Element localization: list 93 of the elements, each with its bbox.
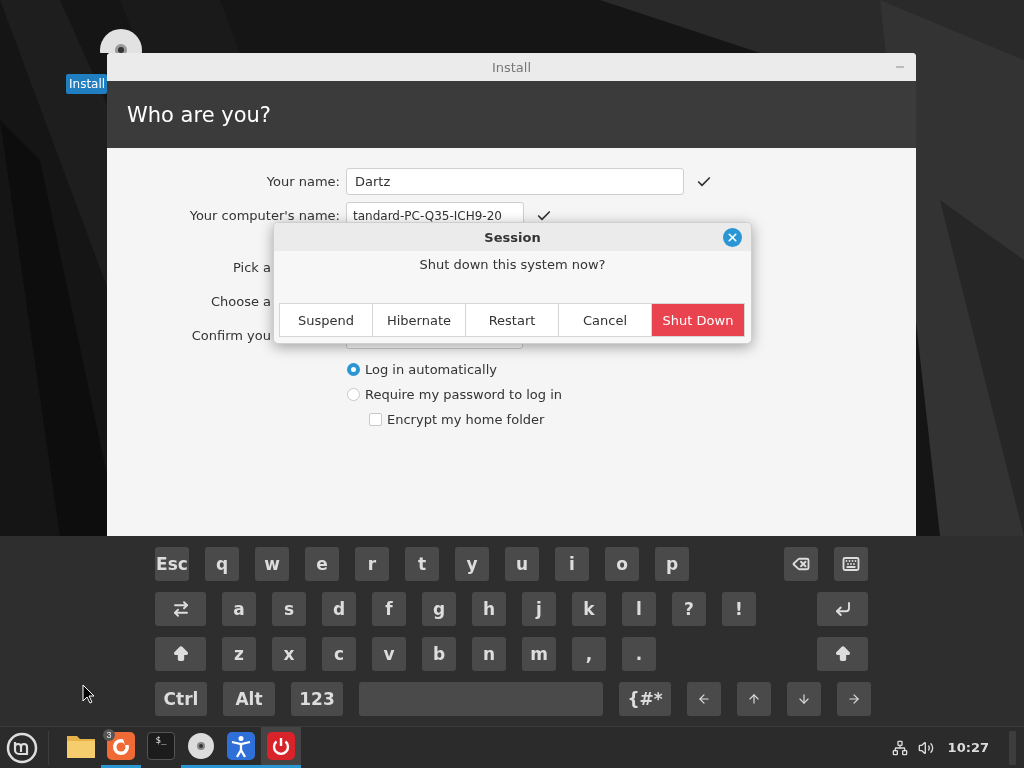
network-icon[interactable] — [891, 739, 908, 756]
option-label: Require my password to log in — [365, 387, 563, 402]
keyboard-key[interactable] — [837, 682, 871, 716]
notification-badge: 3 — [103, 729, 115, 741]
shift-icon — [833, 645, 852, 663]
keyboard-key[interactable]: v — [372, 637, 406, 671]
terminal-icon: $_ — [147, 732, 175, 760]
radio-button[interactable] — [347, 363, 360, 376]
keyboard-key[interactable]: n — [472, 637, 506, 671]
name-field[interactable]: Dartz — [346, 168, 684, 195]
volume-icon[interactable] — [917, 739, 934, 756]
field-label: Your computer's name: — [188, 208, 340, 223]
taskbar-launcher[interactable]: 3 — [101, 727, 141, 768]
field-label: Confirm you — [190, 328, 272, 343]
keyboard-key[interactable]: h — [472, 592, 506, 626]
keyboard-key[interactable]: c — [322, 637, 356, 671]
field-label: Choose a — [209, 294, 272, 309]
keyboard-key[interactable]: r — [355, 547, 389, 581]
dialog-button[interactable]: Shut Down — [651, 303, 745, 337]
keyboard-key[interactable]: s — [272, 592, 306, 626]
close-icon — [726, 231, 739, 244]
power-icon — [267, 732, 295, 760]
keyboard-key[interactable] — [784, 547, 818, 581]
shift-icon — [171, 645, 190, 663]
keyboard-key[interactable]: g — [422, 592, 456, 626]
logo-icon — [6, 731, 38, 764]
dialog-button[interactable]: Cancel — [558, 303, 652, 337]
option-label: Encrypt my home folder — [387, 412, 545, 427]
keyboard-key[interactable]: Esc — [155, 547, 189, 581]
keyboard-key[interactable]: l — [622, 592, 656, 626]
browser-icon — [107, 732, 135, 760]
keyboard-key[interactable]: ! — [722, 592, 756, 626]
checkbox[interactable] — [369, 413, 382, 426]
enter-icon — [833, 600, 852, 618]
keyboard-key[interactable]: d — [322, 592, 356, 626]
keyboard-key[interactable]: i — [555, 547, 589, 581]
field-label: Your name: — [265, 174, 340, 189]
window-title: Install — [491, 59, 532, 75]
keyboard-key[interactable] — [737, 682, 771, 716]
keyboard-key[interactable]: q — [205, 547, 239, 581]
radio-button[interactable] — [347, 388, 360, 401]
keyboard-key[interactable]: y — [455, 547, 489, 581]
keyboard-key[interactable]: j — [522, 592, 556, 626]
mouse-cursor — [82, 684, 96, 704]
backspace-icon — [792, 555, 810, 573]
keyboard-key[interactable]: k — [572, 592, 606, 626]
keyboard-key[interactable]: b — [422, 637, 456, 671]
keyboard-key[interactable]: , — [572, 637, 606, 671]
keyboard-key[interactable] — [787, 682, 821, 716]
page-heading: Who are you? — [127, 102, 271, 127]
keyboard-key[interactable]: z — [222, 637, 256, 671]
keyboard-key[interactable]: . — [622, 637, 656, 671]
clock[interactable]: 10:27 — [947, 740, 989, 755]
menu-button[interactable] — [6, 731, 38, 764]
keyboard-key[interactable]: Ctrl — [155, 682, 207, 716]
option-label: Log in automatically — [365, 362, 497, 377]
keyboard-key[interactable]: u — [505, 547, 539, 581]
keyboard-key[interactable] — [155, 637, 206, 671]
arrow-down-icon — [797, 692, 811, 706]
keyboard-key[interactable] — [687, 682, 721, 716]
field-label: Pick a — [232, 260, 272, 275]
keyboard-key[interactable]: ? — [672, 592, 706, 626]
taskbar-launcher[interactable]: $_ — [141, 727, 181, 768]
keyboard-key[interactable]: Alt — [223, 682, 275, 716]
keyboard-key[interactable]: t — [405, 547, 439, 581]
keyboard-key[interactable]: {#* — [619, 682, 671, 716]
dialog-button[interactable]: Restart — [465, 303, 559, 337]
keyboard-key[interactable] — [817, 592, 868, 626]
keyboard-icon — [842, 555, 860, 573]
dialog-title: Session — [484, 229, 541, 245]
keyboard-key[interactable] — [817, 637, 868, 671]
keyboard-key[interactable]: w — [255, 547, 289, 581]
taskbar-launcher[interactable] — [261, 727, 301, 768]
folder-icon — [66, 733, 96, 759]
arrow-right-icon — [847, 692, 861, 706]
keyboard-key[interactable]: p — [655, 547, 689, 581]
accessibility-icon — [227, 732, 255, 760]
desktop-icon-label[interactable]: Install — [66, 74, 108, 94]
keyboard-key[interactable]: 123 — [291, 682, 343, 716]
keyboard-key[interactable]: x — [272, 637, 306, 671]
dialog-button[interactable]: Hibernate — [372, 303, 466, 337]
keyboard-key[interactable]: f — [372, 592, 406, 626]
keyboard-key[interactable]: m — [522, 637, 556, 671]
keyboard-key[interactable] — [155, 592, 206, 626]
disc-icon — [187, 732, 215, 760]
keyboard-key[interactable]: e — [305, 547, 339, 581]
close-button[interactable] — [723, 228, 742, 247]
keyboard-key[interactable] — [834, 547, 868, 581]
dialog-message: Shut down this system now? — [419, 257, 606, 272]
tab-icon — [171, 600, 190, 618]
keyboard-key[interactable]: a — [222, 592, 256, 626]
keyboard-key[interactable]: o — [605, 547, 639, 581]
dialog-button[interactable]: Suspend — [279, 303, 373, 337]
